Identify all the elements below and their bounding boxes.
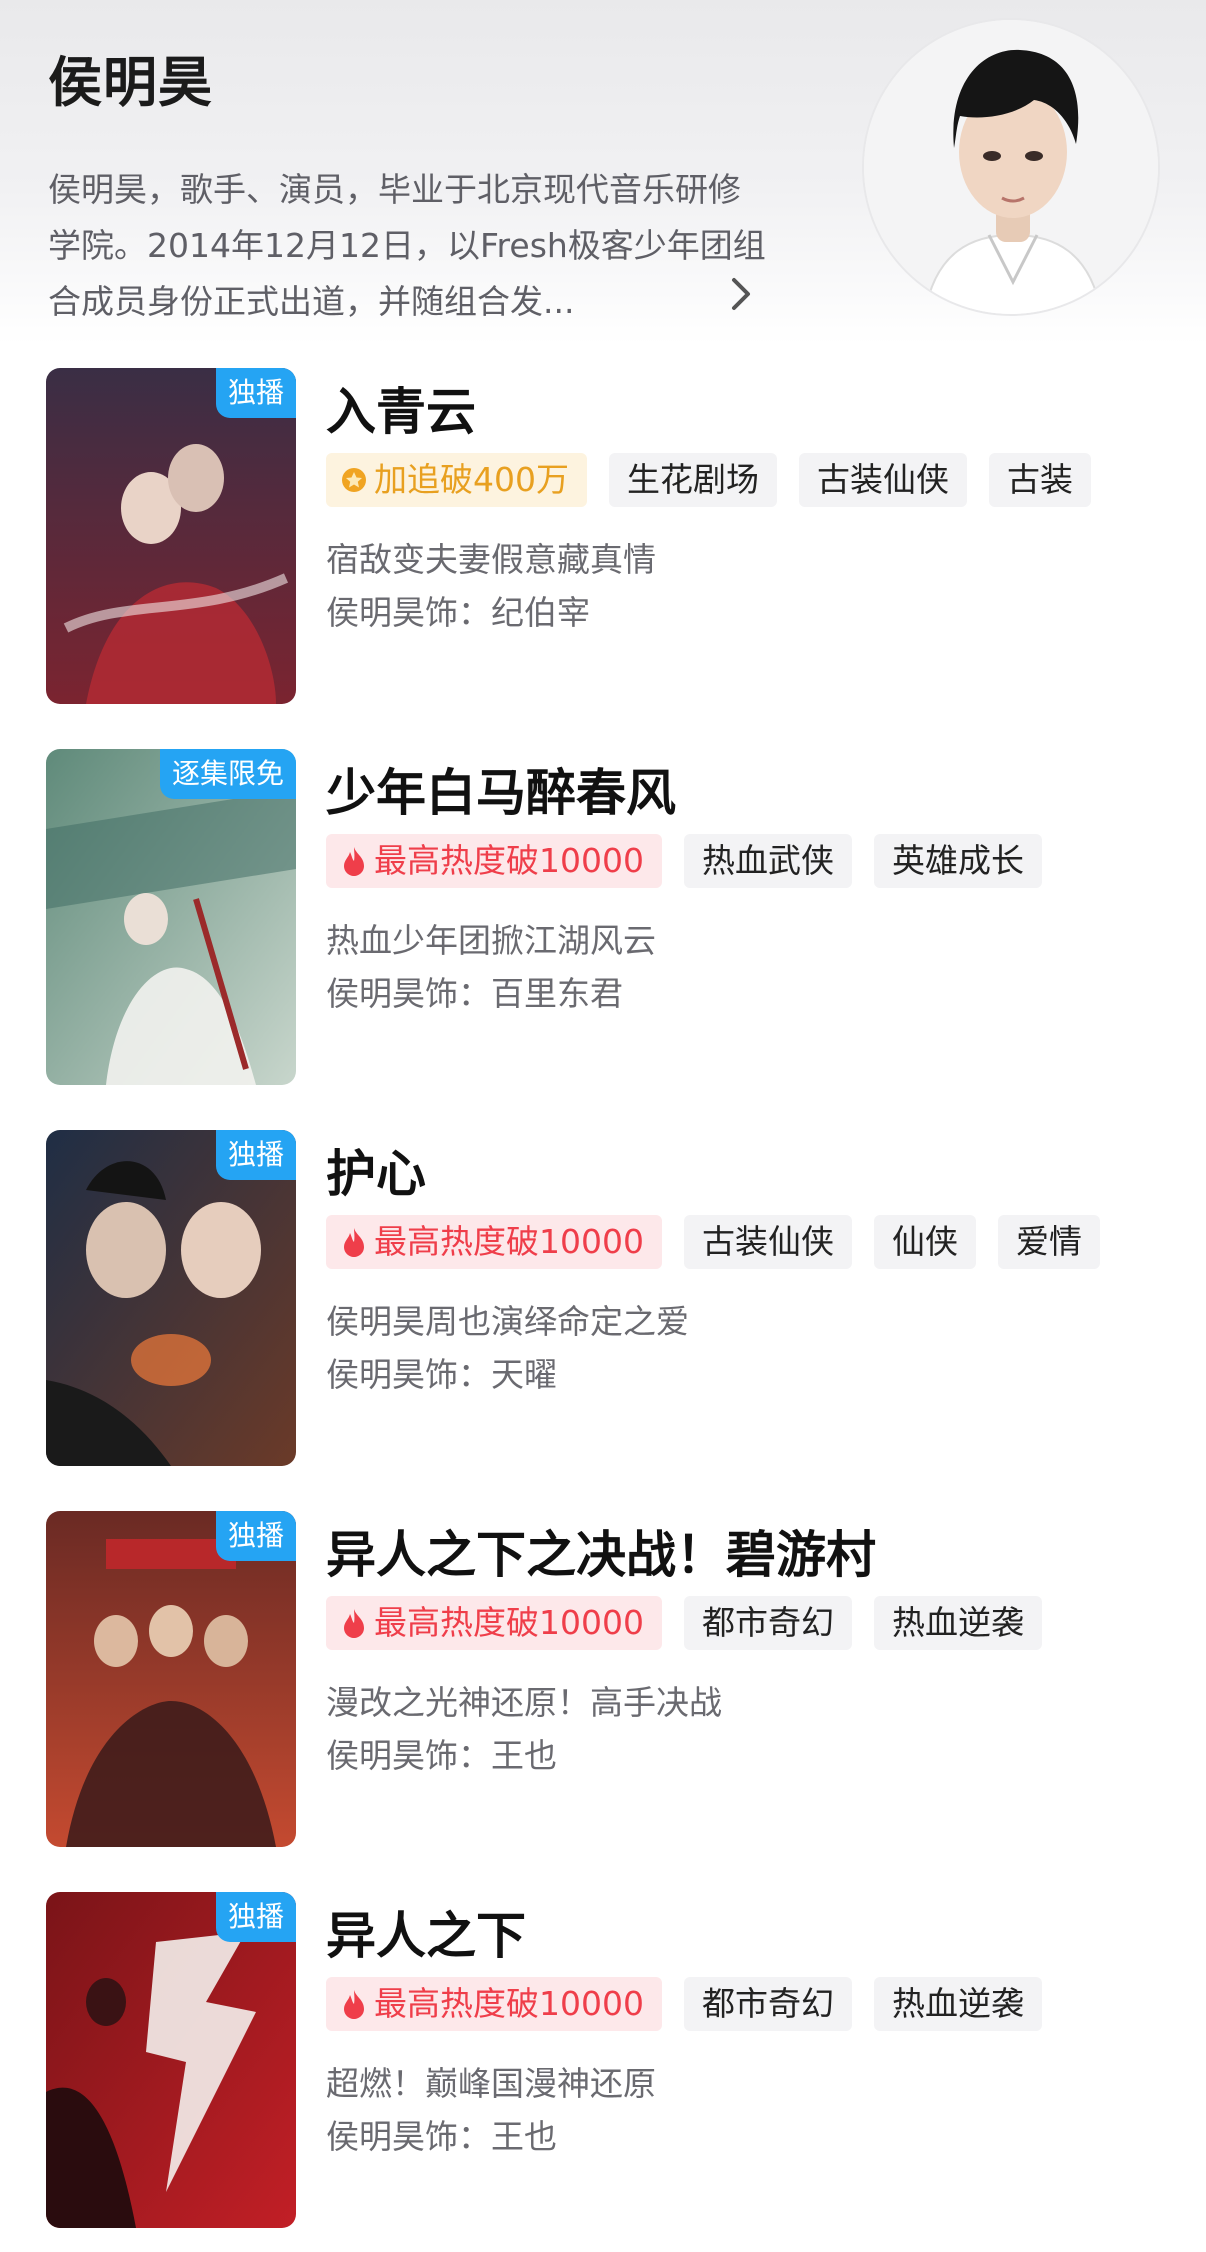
work-role: 侯明昊饰：王也 [326,2117,557,2156]
tag-row: 加追破400万 生花剧场 古装仙侠 古装 [326,453,1091,507]
hot-tag: 最高热度破10000 [326,1215,662,1269]
flame-icon [344,847,364,876]
work-role: 侯明昊饰：王也 [326,1736,557,1775]
flame-icon [344,1990,364,2019]
flame-icon [344,1228,364,1257]
hot-tag: 最高热度破10000 [326,834,662,888]
work-title[interactable]: 异人之下 [326,1896,526,1968]
work-title[interactable]: 少年白马醉春风 [326,753,676,825]
hot-tag-text: 最高热度破10000 [374,841,644,880]
hot-tag-text: 加追破400万 [374,460,569,499]
work-title[interactable]: 异人之下之决战！碧游村 [326,1515,876,1587]
list-item[interactable]: 独播 护心 最高热度破10000 古装仙侠 仙侠 爱情 侯明昊周也演绎命定之爱 … [0,1130,1206,1468]
tag-row: 最高热度破10000 热血武侠 英雄成长 [326,834,1042,888]
work-role: 侯明昊饰：百里东君 [326,974,623,1013]
tag-row: 最高热度破10000 都市奇幻 热血逆袭 [326,1977,1042,2031]
flame-icon [344,1609,364,1638]
poster-image[interactable]: 独播 [46,1130,296,1466]
genre-tag[interactable]: 爱情 [997,1215,1100,1269]
poster-image[interactable]: 独播 [46,1892,296,2228]
work-role: 侯明昊饰：纪伯宰 [326,593,590,632]
star-header: 侯明昊 侯明昊，歌手、演员，毕业于北京现代音乐研修学院。2014年12月12日，… [0,0,1206,345]
work-title[interactable]: 护心 [326,1134,426,1206]
medal-icon [342,468,366,492]
hot-tag-text: 最高热度破10000 [374,1603,644,1642]
genre-tag[interactable]: 古装仙侠 [683,1215,852,1269]
list-item[interactable]: 逐集限免 少年白马醉春风 最高热度破10000 热血武侠 英雄成长 热血少年团掀… [0,749,1206,1087]
tag-row: 最高热度破10000 都市奇幻 热血逆袭 [326,1596,1042,1650]
hot-tag-text: 最高热度破10000 [374,1222,644,1261]
work-description: 侯明昊周也演绎命定之爱 [326,1302,689,1341]
work-title[interactable]: 入青云 [326,372,476,444]
star-bio[interactable]: 侯明昊，歌手、演员，毕业于北京现代音乐研修学院。2014年12月12日，以Fre… [48,162,768,330]
avatar[interactable] [862,18,1160,316]
badge-exclusive: 独播 [215,1511,296,1561]
hot-tag: 最高热度破10000 [326,1596,662,1650]
list-item[interactable]: 独播 入青云 加追破400万 生花剧场 古装仙侠 古装 宿敌变夫妻假意藏真情 侯… [0,368,1206,706]
genre-tag[interactable]: 热血逆袭 [873,1977,1042,2031]
work-description: 漫改之光神还原！高手决战 [326,1683,722,1722]
genre-tag[interactable]: 热血逆袭 [873,1596,1042,1650]
list-item[interactable]: 独播 异人之下 最高热度破10000 都市奇幻 热血逆袭 超燃！巅峰国漫神还原 … [0,1892,1206,2230]
tag-row: 最高热度破10000 古装仙侠 仙侠 爱情 [326,1215,1100,1269]
poster-image[interactable]: 独播 [46,368,296,704]
genre-tag[interactable]: 热血武侠 [683,834,852,888]
chevron-right-icon[interactable] [726,274,756,314]
hot-tag: 加追破400万 [326,453,587,507]
poster-image[interactable]: 逐集限免 [46,749,296,1085]
genre-tag[interactable]: 都市奇幻 [683,1596,852,1650]
hot-tag-text: 最高热度破10000 [374,1984,644,2023]
genre-tag[interactable]: 都市奇幻 [683,1977,852,2031]
badge-exclusive: 独播 [215,1892,296,1942]
genre-tag[interactable]: 仙侠 [873,1215,976,1269]
genre-tag[interactable]: 英雄成长 [873,834,1042,888]
badge-exclusive: 独播 [215,1130,296,1180]
badge-limited-free: 逐集限免 [159,749,296,799]
work-description: 热血少年团掀江湖风云 [326,921,656,960]
poster-image[interactable]: 独播 [46,1511,296,1847]
genre-tag[interactable]: 古装 [989,453,1091,507]
list-item[interactable]: 独播 异人之下之决战！碧游村 最高热度破10000 都市奇幻 热血逆袭 漫改之光… [0,1511,1206,1849]
genre-tag[interactable]: 古装仙侠 [799,453,967,507]
badge-exclusive: 独播 [215,368,296,418]
genre-tag[interactable]: 生花剧场 [609,453,777,507]
work-description: 宿敌变夫妻假意藏真情 [326,540,656,579]
work-description: 超燃！巅峰国漫神还原 [326,2064,656,2103]
hot-tag: 最高热度破10000 [326,1977,662,2031]
star-name: 侯明昊 [48,51,213,114]
work-role: 侯明昊饰：天曜 [326,1355,557,1394]
